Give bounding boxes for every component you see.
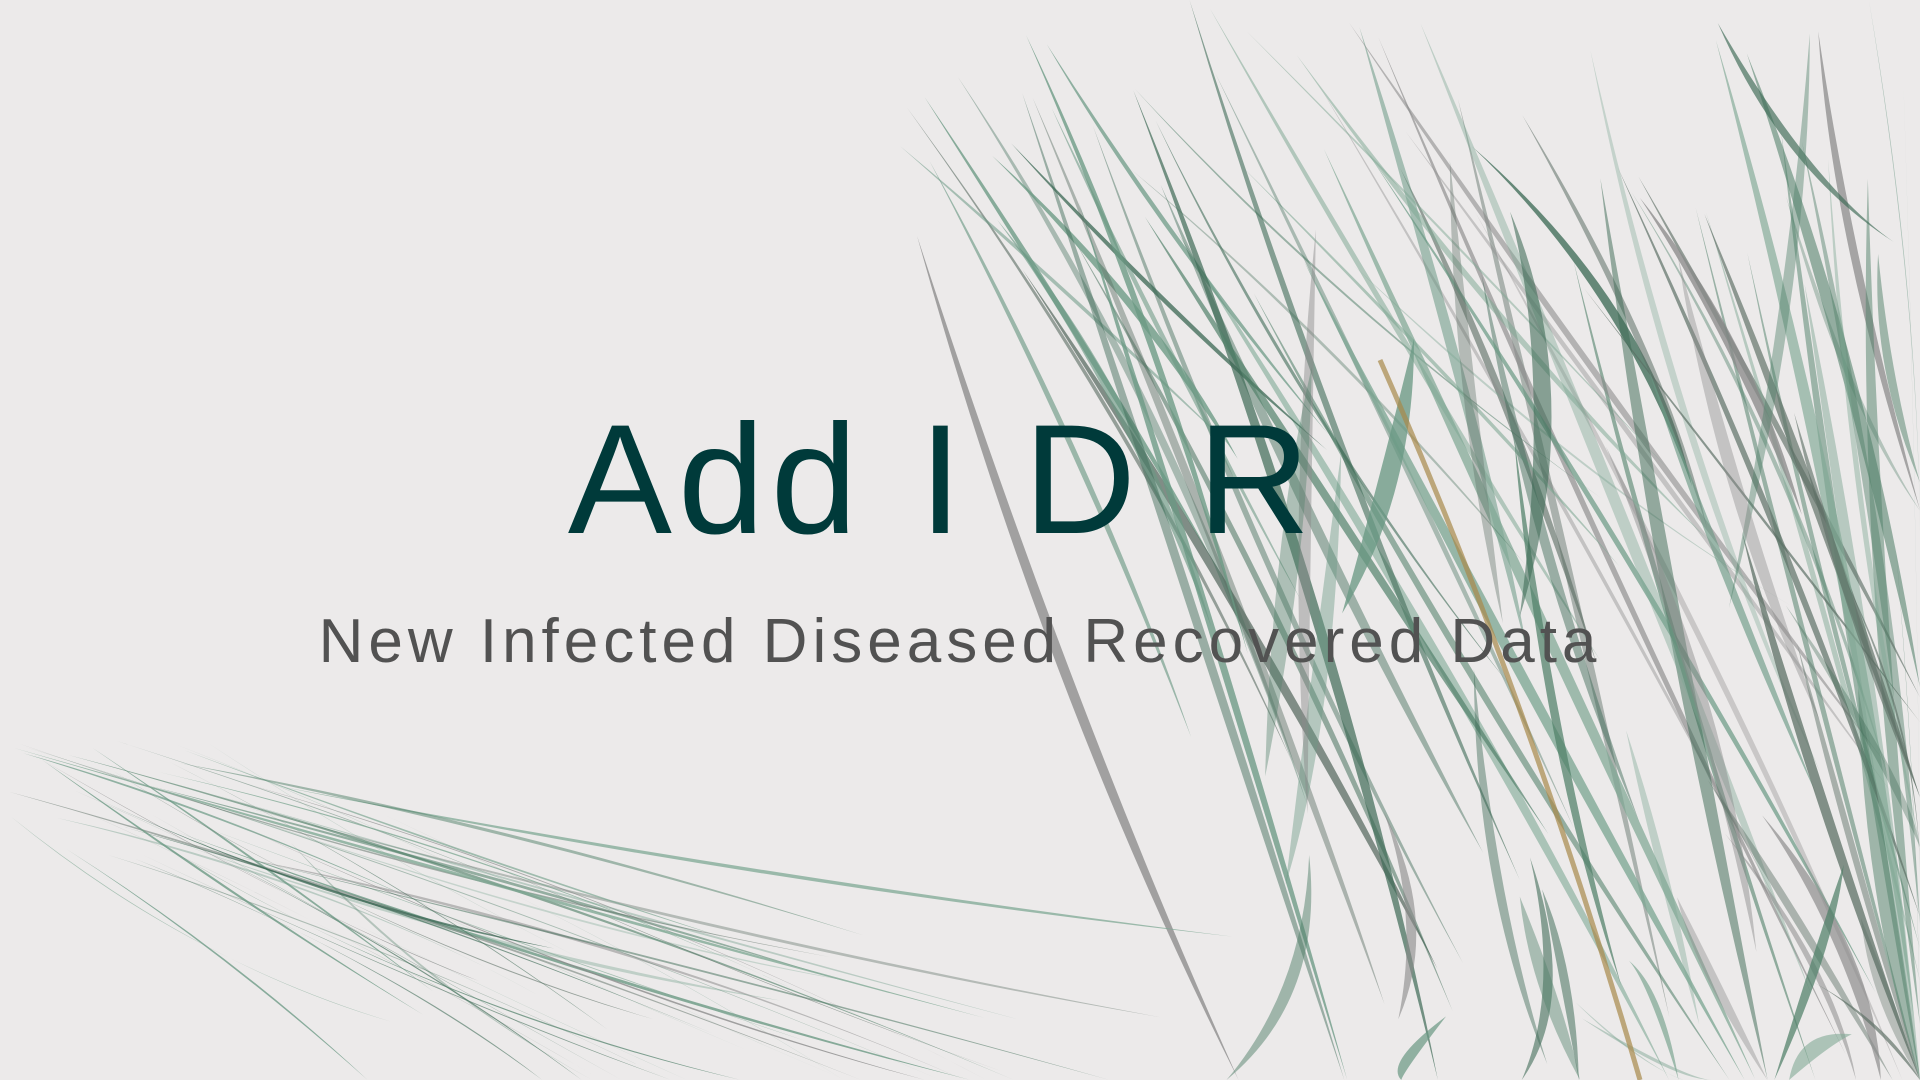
palm-leaf [1789, 1033, 1852, 1080]
palm-leaf [44, 761, 479, 981]
palm-leaf [179, 763, 864, 936]
palm-leaf [208, 743, 846, 1080]
palm-leaf [56, 817, 539, 996]
palm-leaf [1397, 1016, 1447, 1080]
palm-leaf [182, 844, 781, 1001]
palm-leaf [1473, 668, 1548, 1065]
palm-leaf [232, 856, 965, 1080]
slide-title: Add I D R [567, 393, 1317, 567]
palm-leaf [22, 753, 451, 917]
palm-leaf [176, 832, 688, 1080]
palm-leaf [1581, 1018, 1713, 1080]
palm-leaf [211, 793, 1023, 1021]
palm-leaf [140, 853, 672, 1080]
slide-subtitle: New Infected Diseased Recovered Data [318, 607, 1602, 676]
palm-leaf [107, 854, 670, 1080]
title-slide: Add I D R New Infected Diseased Recovere… [0, 0, 1920, 1080]
palm-leaf [1226, 854, 1312, 1080]
palm-leaf [245, 858, 1110, 1080]
palm-leaf [8, 791, 862, 1080]
palm-leaf [278, 786, 1233, 937]
